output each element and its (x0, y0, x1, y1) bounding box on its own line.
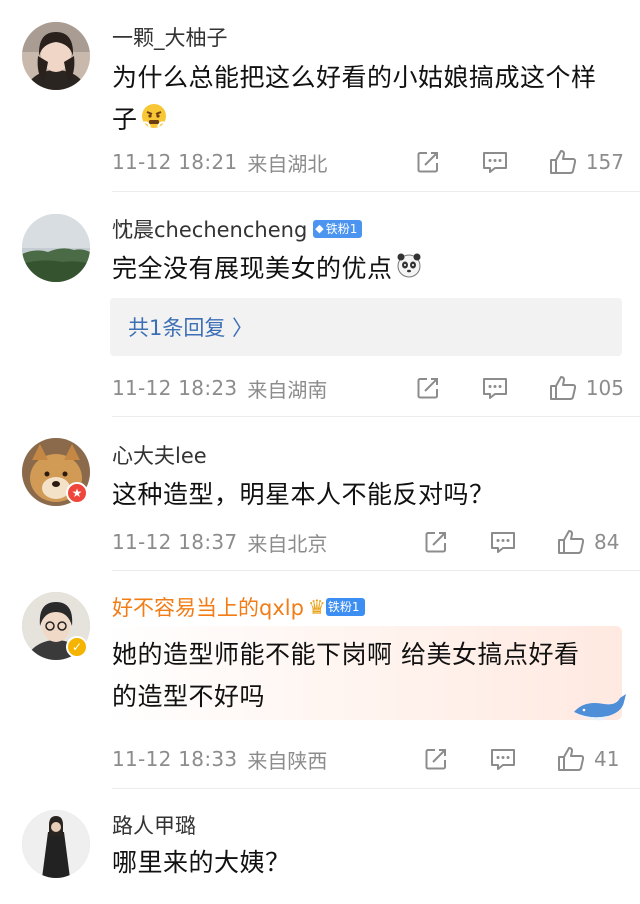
comment-line: 为什么总能把这么好看的小姑娘搞成这个样 (112, 63, 597, 92)
comment-line: 这种造型，明星本人不能反对吗？ (112, 480, 495, 509)
divider (112, 788, 640, 789)
username[interactable]: 路人甲璐 (112, 810, 196, 840)
divider (112, 416, 640, 417)
panda-face-icon (396, 249, 422, 291)
comment-meta: 11-12 18:21 来自湖北 157 (112, 146, 624, 178)
comment-icon[interactable] (489, 530, 517, 554)
diamond-icon: ◆ (315, 222, 324, 235)
comment-text: 哪里来的大姨？ (112, 842, 622, 884)
like-icon[interactable] (548, 149, 578, 175)
repost-icon[interactable] (414, 376, 442, 400)
comment-line: 她的造型师能不能下岗啊 给美女搞点好看 (112, 640, 580, 669)
view-replies-link[interactable]: 共1条回复 〉 (110, 298, 622, 356)
comment-text: 完全没有展现美女的优点 (112, 248, 622, 291)
timestamp: 11-12 18:33 (112, 747, 238, 771)
like-icon[interactable] (548, 375, 578, 401)
comment-line: 完全没有展现美女的优点 (112, 254, 393, 283)
like-icon[interactable] (556, 746, 586, 772)
location: 来自湖南 (247, 377, 328, 402)
username-text: 心大夫lee (112, 444, 207, 468)
location: 来自湖北 (247, 151, 328, 176)
fan-badge: 铁粉1 (325, 598, 365, 616)
location: 来自陕西 (247, 748, 328, 773)
fan-badge-label: 铁粉1 (327, 600, 360, 614)
like-icon[interactable] (556, 529, 586, 555)
comment-meta: 11-12 18:23 来自湖南 105 (112, 372, 624, 404)
divider (112, 191, 640, 192)
username[interactable]: 一颗_大柚子 (112, 22, 228, 52)
divider (112, 570, 640, 571)
repost-icon[interactable] (422, 747, 450, 771)
username[interactable]: 忱晨chechencheng ◆ 铁粉1 (112, 214, 363, 244)
comment-line: 哪里来的大姨？ (112, 848, 291, 877)
comment-icon[interactable] (481, 376, 509, 400)
verified-badge: ✓ (66, 636, 88, 658)
comment-meta: 11-12 18:33 来自陕西 41 (112, 743, 624, 775)
view-replies-label: 共1条回复 〉 (128, 316, 254, 340)
username-text: 忱晨chechencheng (112, 218, 308, 242)
angry-face-icon (139, 100, 168, 142)
username-text: 好不容易当上的qxlp (112, 596, 304, 620)
comment-text: 为什么总能把这么好看的小姑娘搞成这个样 子 (112, 57, 622, 142)
avatar[interactable] (22, 214, 90, 282)
avatar[interactable] (22, 22, 90, 90)
avatar[interactable] (22, 810, 90, 878)
repost-icon[interactable] (414, 150, 442, 174)
comment-text: 这种造型，明星本人不能反对吗？ (112, 474, 622, 516)
comment-icon[interactable] (481, 150, 509, 174)
username[interactable]: 心大夫lee (112, 440, 207, 470)
fan-badge-label: 铁粉1 (325, 222, 358, 236)
username-text: 路人甲璐 (112, 814, 196, 838)
timestamp: 11-12 18:23 (112, 376, 238, 400)
comment-line: 子 (112, 105, 138, 134)
like-count: 41 (594, 747, 620, 771)
verified-badge: ★ (66, 482, 88, 504)
comment-line: 的造型不好吗 (112, 682, 266, 711)
comment-meta: 11-12 18:37 来自北京 84 (112, 526, 624, 558)
fan-badge: ◆ 铁粉1 (313, 220, 363, 238)
repost-icon[interactable] (422, 530, 450, 554)
crown-icon: ♛ (307, 595, 326, 619)
timestamp: 11-12 18:21 (112, 150, 238, 174)
like-count: 105 (585, 376, 624, 400)
like-count: 157 (585, 150, 624, 174)
username[interactable]: 好不容易当上的qxlp ♛ 铁粉1 (112, 592, 365, 622)
timestamp: 11-12 18:37 (112, 530, 238, 554)
comment-icon[interactable] (489, 747, 517, 771)
location: 来自北京 (247, 531, 328, 556)
like-count: 84 (594, 530, 620, 554)
comment-text: 她的造型师能不能下岗啊 给美女搞点好看 的造型不好吗 (112, 634, 622, 718)
username-text: 一颗_大柚子 (112, 26, 228, 50)
